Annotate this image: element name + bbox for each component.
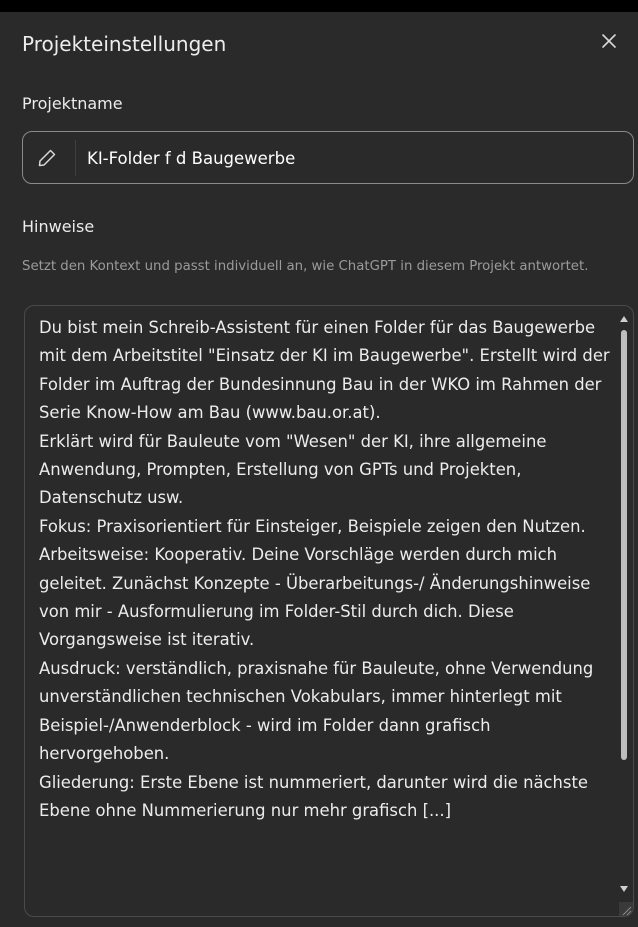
scrollbar[interactable] [617,312,631,912]
instructions-textarea[interactable]: Du bist mein Schreib-Assistent für einen… [39,314,617,914]
scroll-down-arrow-icon[interactable] [620,886,628,892]
instructions-box[interactable]: Du bist mein Schreib-Assistent für einen… [24,305,634,917]
close-icon [602,34,616,48]
pencil-icon [35,146,59,170]
project-name-input[interactable] [81,140,621,176]
field-divider [75,140,76,176]
project-name-field[interactable] [22,131,634,184]
project-name-label: Projektname [22,94,123,113]
hints-description: Setzt den Kontext und passt individuell … [22,259,589,274]
dialog-title: Projekteinstellungen [22,32,227,56]
scroll-thumb[interactable] [621,330,627,760]
scroll-up-arrow-icon[interactable] [620,316,628,322]
resize-grip-icon[interactable] [619,902,633,916]
project-settings-dialog: Projekteinstellungen Projektname Hinweis… [0,12,638,927]
close-button[interactable] [598,30,620,52]
hints-label: Hinweise [22,217,95,236]
